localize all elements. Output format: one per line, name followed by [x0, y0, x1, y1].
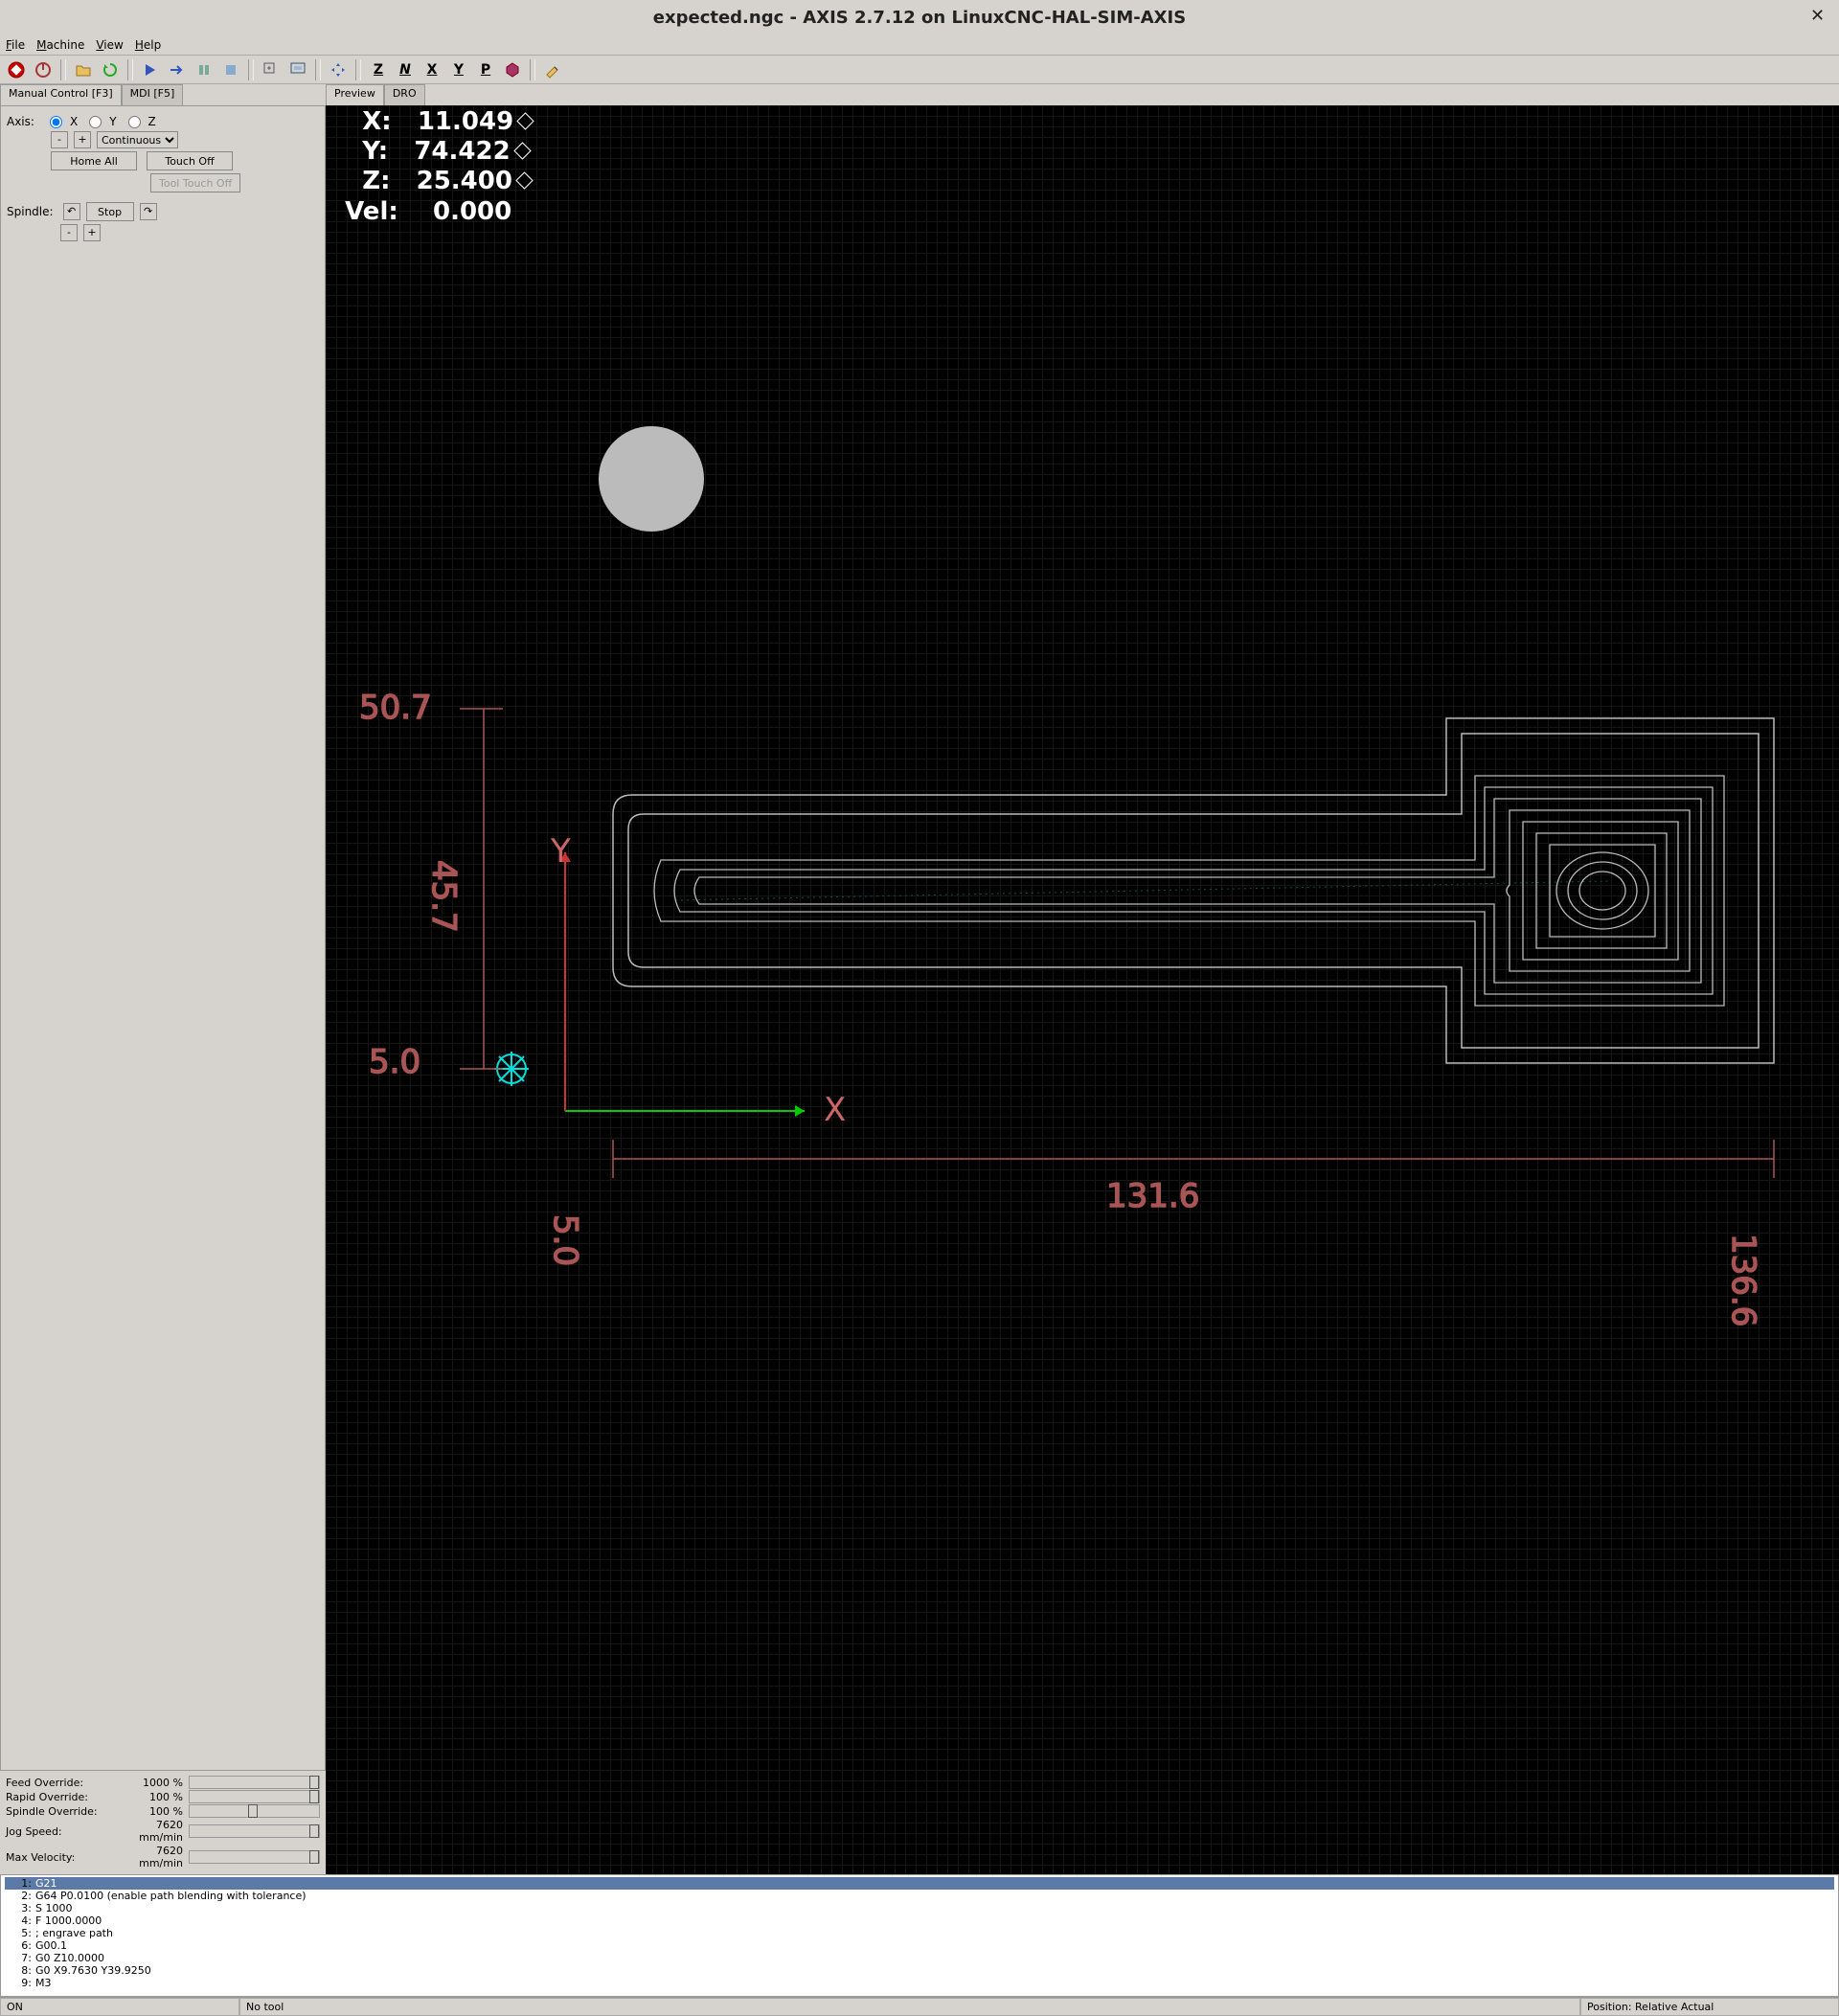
- tab-mdi[interactable]: MDI [F5]: [122, 84, 184, 105]
- view-y-button[interactable]: Y: [446, 57, 471, 82]
- feed-override-slider[interactable]: [189, 1776, 320, 1789]
- left-panel: Manual Control [F3] MDI [F5] Axis: X Y Z…: [0, 84, 326, 1874]
- view-x-button[interactable]: X: [420, 57, 444, 82]
- spindle-stop-button[interactable]: Stop: [86, 202, 134, 221]
- tool-touch-off-button[interactable]: Tool Touch Off: [150, 173, 240, 193]
- close-icon[interactable]: ✕: [1810, 6, 1829, 25]
- spindle-ccw-button[interactable]: ↶: [63, 203, 80, 220]
- view-move-button[interactable]: [326, 57, 351, 82]
- zoom-in-button[interactable]: [259, 57, 284, 82]
- tab-manual-control[interactable]: Manual Control [F3]: [0, 84, 122, 105]
- jog-minus-button[interactable]: -: [51, 131, 68, 148]
- menu-bar: File Machine View Help: [0, 34, 1839, 56]
- svg-text:5.0: 5.0: [546, 1214, 584, 1266]
- view-p-button[interactable]: P: [473, 57, 498, 82]
- view-p2-button[interactable]: [500, 57, 525, 82]
- menu-view[interactable]: View: [96, 38, 123, 52]
- axis-z-radio[interactable]: [128, 116, 141, 128]
- run-button[interactable]: [138, 57, 163, 82]
- svg-text:X: X: [824, 1091, 846, 1129]
- window-title: expected.ngc - AXIS 2.7.12 on LinuxCNC-H…: [653, 8, 1186, 28]
- toolpath-canvas[interactable]: X Y: [326, 105, 1839, 1801]
- overrides-panel: Feed Override:1000 % Rapid Override:100 …: [0, 1771, 326, 1874]
- status-position: Position: Relative Actual: [1580, 1998, 1839, 2016]
- toolpath-outer: [613, 718, 1774, 1063]
- toolpath-inner: [654, 776, 1724, 1006]
- axis-x-radio[interactable]: [50, 116, 62, 128]
- status-on: ON: [0, 1998, 239, 2016]
- spindle-cw-button[interactable]: ↷: [140, 203, 157, 220]
- view-n-button[interactable]: N: [393, 57, 418, 82]
- estop-button[interactable]: [4, 57, 29, 82]
- spindle-label: Spindle:: [7, 205, 54, 218]
- gcode-listing[interactable]: 1:G21 2:G64 P0.0100 (enable path blendin…: [0, 1874, 1839, 1997]
- jog-mode-select[interactable]: Continuous: [97, 131, 178, 148]
- svg-text:5.0: 5.0: [369, 1043, 420, 1081]
- touch-off-button[interactable]: Touch Off: [147, 151, 233, 170]
- status-bar: ON No tool Position: Relative Actual: [0, 1997, 1839, 2016]
- power-button[interactable]: [31, 57, 56, 82]
- tab-dro[interactable]: DRO: [384, 84, 425, 105]
- window-titlebar: expected.ngc - AXIS 2.7.12 on LinuxCNC-H…: [0, 0, 1839, 34]
- svg-text:50.7: 50.7: [359, 689, 432, 727]
- svg-text:Y: Y: [550, 832, 571, 871]
- reload-button[interactable]: [98, 57, 123, 82]
- jog-speed-slider[interactable]: [189, 1824, 320, 1838]
- svg-text:136.6: 136.6: [1724, 1234, 1762, 1326]
- clear-plot-button[interactable]: [540, 57, 565, 82]
- max-velocity-slider[interactable]: [189, 1850, 320, 1864]
- spindle-plus-button[interactable]: +: [83, 224, 101, 241]
- menu-machine[interactable]: Machine: [36, 38, 84, 52]
- svg-text:131.6: 131.6: [1106, 1177, 1199, 1215]
- pause-button[interactable]: [192, 57, 216, 82]
- jog-plus-button[interactable]: +: [74, 131, 91, 148]
- tab-preview[interactable]: Preview: [326, 84, 384, 105]
- toolbar: Z N X Y P: [0, 56, 1839, 84]
- menu-help[interactable]: Help: [135, 38, 161, 52]
- zoom-fit-button[interactable]: [285, 57, 310, 82]
- open-button[interactable]: [71, 57, 96, 82]
- svg-text:45.7: 45.7: [424, 860, 463, 933]
- axis-label: Axis:: [7, 115, 34, 128]
- view-z-button[interactable]: Z: [366, 57, 391, 82]
- stop-button[interactable]: [218, 57, 243, 82]
- axis-y-radio[interactable]: [89, 116, 102, 128]
- dimensions: 50.7 45.7 5.0 5.0 131.6 136.6: [359, 689, 1774, 1326]
- home-all-button[interactable]: Home All: [51, 151, 137, 170]
- preview-panel[interactable]: Preview DRO X: 11.049 Y: 74.422 Z: 25.40…: [326, 84, 1839, 1874]
- menu-file[interactable]: File: [6, 38, 25, 52]
- status-tool: No tool: [239, 1998, 1580, 2016]
- spindle-minus-button[interactable]: -: [60, 224, 78, 241]
- rapid-override-slider[interactable]: [189, 1790, 320, 1803]
- step-button[interactable]: [165, 57, 190, 82]
- spindle-override-slider[interactable]: [189, 1804, 320, 1818]
